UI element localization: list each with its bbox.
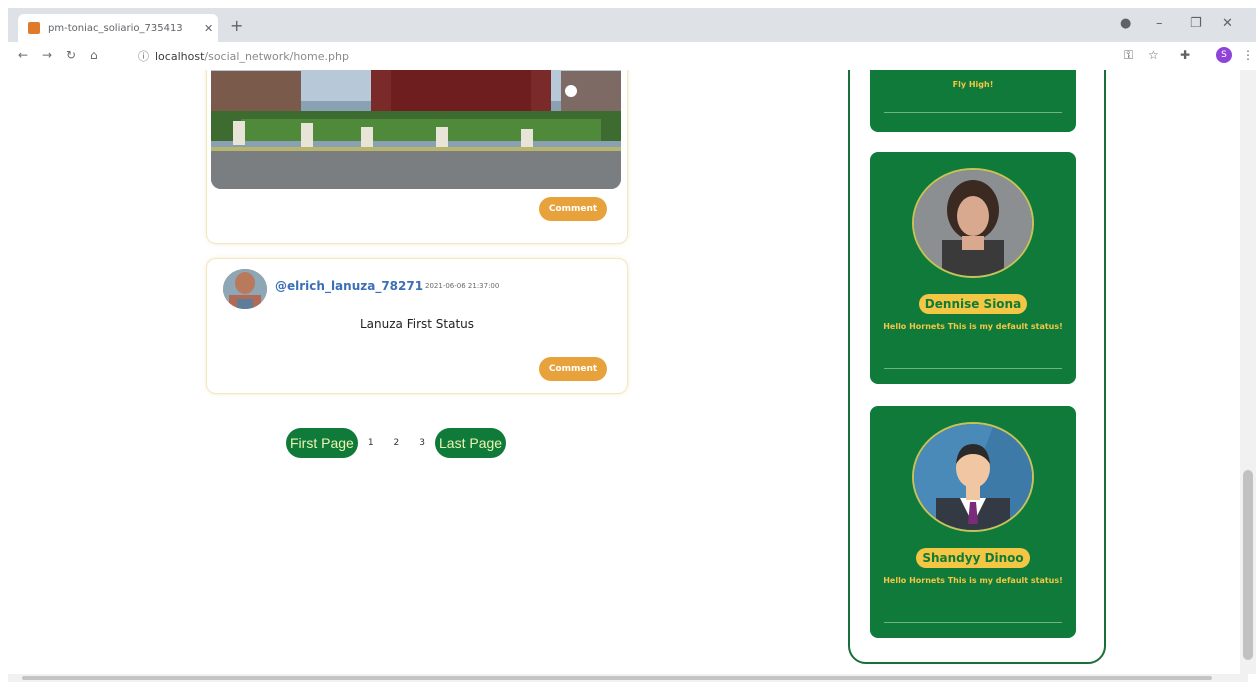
divider	[884, 112, 1062, 113]
user-name-badge[interactable]: Shandyy Dinoo	[916, 548, 1030, 568]
page-viewport: Comment @elrich_lanuza_78271 2021-06-06 …	[8, 70, 1248, 674]
close-window-icon[interactable]: ✕	[1222, 16, 1233, 31]
maximize-icon[interactable]: ❐	[1190, 16, 1202, 31]
tab-bar: pm-toniac_soliario_735413 ✕ + ● – ❐ ✕	[8, 8, 1256, 42]
extensions-icon[interactable]: ✚	[1180, 48, 1190, 62]
record-icon[interactable]: ●	[1120, 16, 1131, 31]
pagination: First Page 1 2 3 Last Page	[286, 428, 507, 458]
profile-avatar[interactable]: S	[1216, 47, 1232, 63]
last-page-button[interactable]: Last Page	[435, 428, 507, 458]
address-bar[interactable]: ⓘ localhost/social_network/home.php	[138, 45, 1108, 67]
home-icon[interactable]: ⌂	[90, 48, 98, 62]
browser-window: pm-toniac_soliario_735413 ✕ + ● – ❐ ✕ ← …	[0, 0, 1256, 682]
info-icon[interactable]: ⓘ	[138, 48, 149, 64]
forward-icon[interactable]: →	[42, 48, 52, 62]
minimize-icon[interactable]: –	[1156, 16, 1163, 31]
user-status: Hello Hornets This is my default status!	[883, 322, 1063, 331]
user-sidebar: Fly High! Dennise Siona Hello Hornets Th…	[848, 70, 1106, 664]
comment-button[interactable]: Comment	[539, 357, 607, 381]
star-icon[interactable]: ☆	[1148, 48, 1159, 62]
avatar[interactable]	[223, 269, 267, 309]
user-card[interactable]: Shandyy Dinoo Hello Hornets This is my d…	[870, 406, 1076, 638]
back-icon[interactable]: ←	[18, 48, 28, 62]
scrollbar-thumb[interactable]	[1243, 470, 1253, 660]
user-name-badge[interactable]: Dennise Siona	[918, 294, 1028, 314]
user-status: Fly High!	[952, 80, 994, 89]
post-card: @elrich_lanuza_78271 2021-06-06 21:37:00…	[206, 258, 628, 394]
scrollbar-thumb[interactable]	[22, 676, 1212, 680]
page-link-2[interactable]: 2	[394, 438, 400, 448]
key-icon[interactable]: ⚿	[1124, 48, 1133, 63]
post-image	[211, 70, 621, 189]
favicon-icon	[28, 22, 40, 34]
divider	[884, 368, 1062, 369]
vertical-scrollbar[interactable]	[1240, 70, 1256, 674]
user-card[interactable]: Fly High!	[870, 70, 1076, 132]
comment-button[interactable]: Comment	[539, 197, 607, 221]
username-link[interactable]: @elrich_lanuza_78271	[275, 279, 423, 293]
divider	[884, 622, 1062, 623]
post-card: Comment	[206, 70, 628, 244]
user-photo	[912, 422, 1034, 532]
page-link-1[interactable]: 1	[368, 438, 374, 448]
post-status-text: Lanuza First Status	[359, 317, 475, 331]
page-link-3[interactable]: 3	[419, 438, 425, 448]
reload-icon[interactable]: ↻	[66, 48, 76, 62]
menu-icon[interactable]: ⋮	[1242, 48, 1254, 62]
first-page-button[interactable]: First Page	[286, 428, 358, 458]
horizontal-scrollbar[interactable]	[8, 674, 1248, 682]
new-tab-icon[interactable]: +	[230, 16, 243, 35]
user-status: Hello Hornets This is my default status!	[883, 576, 1063, 585]
close-icon[interactable]: ✕	[204, 22, 213, 35]
post-timestamp: 2021-06-06 21:37:00	[425, 282, 500, 290]
user-card[interactable]: Dennise Siona Hello Hornets This is my d…	[870, 152, 1076, 384]
user-photo	[912, 168, 1034, 278]
toolbar: ← → ↻ ⌂ ⓘ localhost/social_network/home.…	[8, 42, 1256, 71]
browser-tab[interactable]: pm-toniac_soliario_735413 ✕	[18, 14, 218, 42]
tab-title: pm-toniac_soliario_735413	[48, 22, 183, 34]
url-text: localhost/social_network/home.php	[155, 49, 349, 63]
